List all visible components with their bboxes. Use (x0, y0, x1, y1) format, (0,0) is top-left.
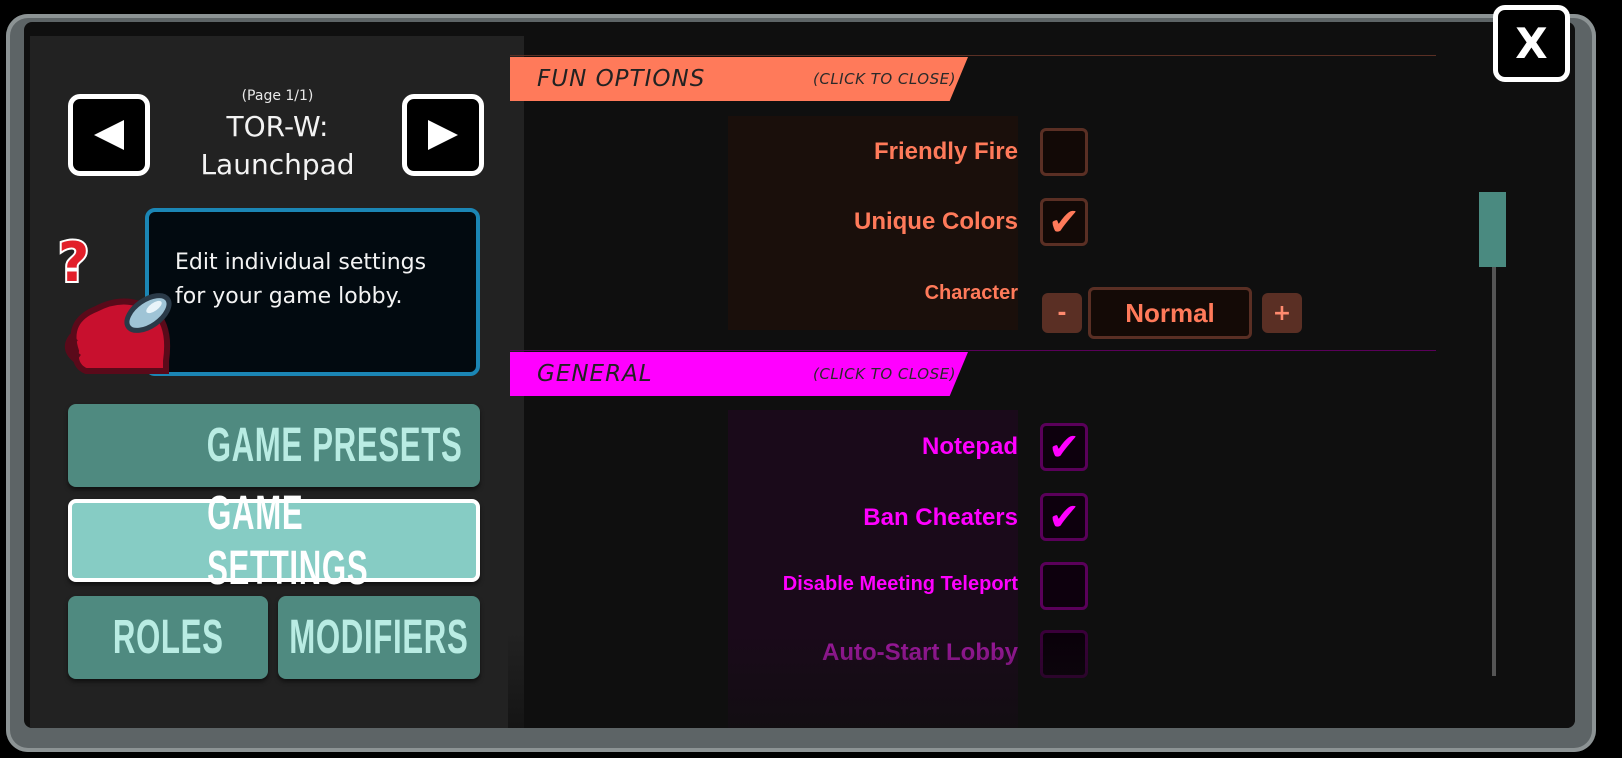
ban-cheaters-checkbox[interactable]: ✔ (1040, 493, 1088, 541)
checkmark-icon: ✔ (1048, 425, 1080, 469)
general-title: GENERAL (537, 361, 653, 387)
unique-colors-label: Unique Colors (853, 208, 1018, 235)
settings-content: FUN OPTIONS (CLICK TO CLOSE) Friendly Fi… (508, 22, 1575, 728)
left-sidebar: (Page 1/1) TOR-W: Launchpad Edit individ… (30, 36, 524, 728)
general-divider (510, 350, 1436, 351)
checkmark-icon: ✔ (1048, 495, 1080, 539)
fun-options-title: FUN OPTIONS (537, 66, 706, 92)
unique-colors-checkbox[interactable]: ✔ (1040, 198, 1088, 246)
friendly-fire-checkbox[interactable] (1040, 128, 1088, 176)
triangle-left-icon (94, 120, 124, 150)
auto-start-lobby-checkbox[interactable] (1040, 630, 1088, 678)
close-button[interactable]: X (1493, 5, 1570, 82)
prev-page-button[interactable] (68, 94, 150, 176)
fun-options-toggle: (CLICK TO CLOSE) (813, 70, 956, 88)
ban-cheaters-label: Ban Cheaters (863, 504, 1018, 531)
game-presets-button[interactable]: GAME PRESETS (68, 404, 480, 487)
notepad-label: Notepad (922, 433, 1018, 460)
preset-name: TOR-W: Launchpad (200, 110, 355, 181)
notepad-checkbox[interactable]: ✔ (1040, 423, 1088, 471)
game-presets-label: GAME PRESETS (206, 419, 462, 472)
settings-panel: (Page 1/1) TOR-W: Launchpad Edit individ… (24, 22, 1575, 728)
next-page-button[interactable] (402, 94, 484, 176)
roles-button[interactable]: ROLES (68, 596, 268, 679)
fun-options-divider (510, 55, 1436, 56)
character-value: Normal (1088, 287, 1252, 339)
disable-meeting-teleport-checkbox[interactable] (1040, 562, 1088, 610)
game-settings-button[interactable]: GAME SETTINGS (68, 487, 480, 595)
fun-options-header[interactable]: FUN OPTIONS (CLICK TO CLOSE) (510, 57, 968, 101)
roles-label: ROLES (112, 611, 224, 664)
triangle-right-icon (428, 120, 458, 150)
crewmate-help-icon: ? (56, 231, 172, 374)
character-label: Character (924, 282, 1018, 304)
description-box: Edit individual settings for your game l… (145, 208, 480, 376)
modifiers-label: MODIFIERS (289, 611, 469, 664)
general-header[interactable]: GENERAL (CLICK TO CLOSE) (510, 352, 968, 396)
general-toggle: (CLICK TO CLOSE) (813, 365, 956, 383)
disable-meeting-teleport-label: Disable Meeting Teleport (782, 573, 1018, 595)
page-indicator: (Page 1/1) (241, 88, 314, 104)
svg-text:?: ? (58, 231, 89, 294)
character-plus-button[interactable]: + (1262, 293, 1302, 333)
game-settings-label: GAME SETTINGS (207, 486, 369, 595)
auto-start-lobby-label: Auto-Start Lobby (822, 639, 1018, 666)
scrollbar-thumb[interactable] (1479, 192, 1506, 267)
checkmark-icon: ✔ (1048, 200, 1080, 244)
character-minus-button[interactable]: - (1042, 293, 1082, 333)
friendly-fire-label: Friendly Fire (873, 138, 1018, 165)
scrollbar-track[interactable] (1492, 266, 1496, 676)
modifiers-button[interactable]: MODIFIERS (278, 596, 480, 679)
